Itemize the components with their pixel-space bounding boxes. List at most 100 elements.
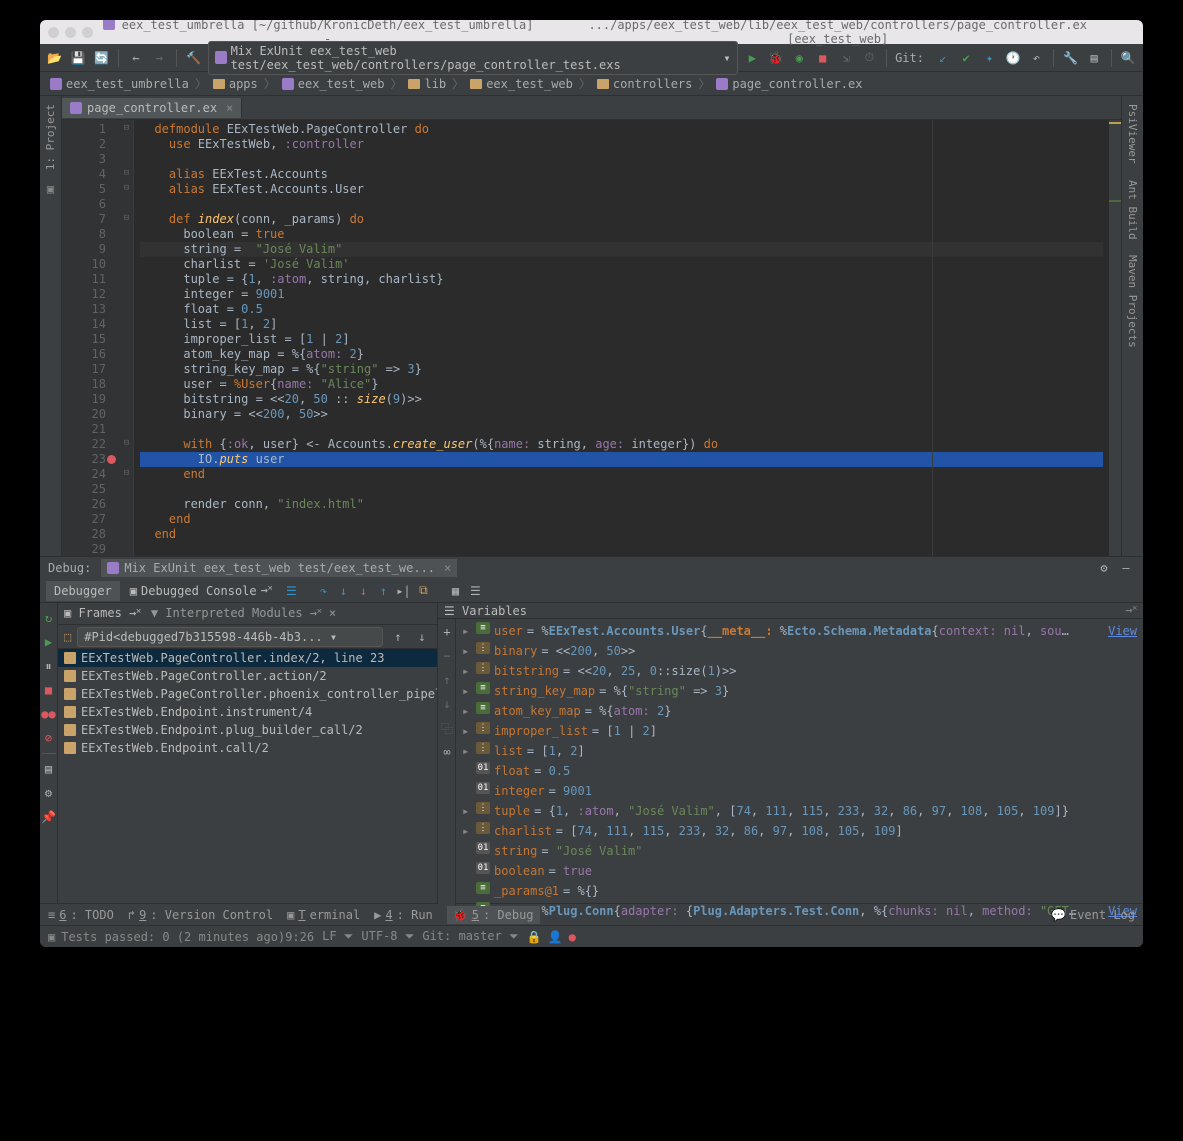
variable-row[interactable]: ▸⋮ list = [1, 2] (456, 741, 1143, 761)
variable-row[interactable]: ▸≡ conn = %Plug.Conn{adapter: {Plug.Adap… (456, 901, 1143, 921)
run-config-select[interactable]: Mix ExUnit eex_test_web test/eex_test_we… (208, 41, 737, 75)
restore-icon[interactable]: →˟ (1125, 603, 1137, 618)
breadcrumb-item[interactable]: eex_test_web (278, 77, 389, 91)
breakpoint-icon[interactable] (107, 455, 116, 464)
console-tab[interactable]: ▣ Debugged Console →˟ (122, 580, 281, 601)
pause-icon[interactable]: ⏸ (40, 657, 58, 675)
save-icon[interactable]: 💾 (69, 48, 86, 68)
tool-window-tab[interactable]: ▣ Terminal (287, 908, 360, 922)
sync-icon[interactable]: 🔄 (93, 48, 110, 68)
error-indicator-icon[interactable]: ● (569, 930, 576, 944)
frames-tab-label[interactable]: Frames (78, 606, 121, 620)
prev-frame-icon[interactable]: ↑ (389, 628, 407, 646)
remove-watch-icon[interactable]: − (438, 647, 456, 665)
project-icon[interactable]: ▣ (43, 178, 58, 200)
build-icon[interactable]: 🔨 (185, 48, 202, 68)
variable-row[interactable]: ▸≡ user = %EExTest.Accounts.User{__meta_… (456, 621, 1143, 641)
close-icon[interactable] (48, 27, 59, 38)
line-sep[interactable]: LF (322, 929, 336, 943)
force-step-into-icon[interactable]: ↓ (354, 582, 372, 600)
variable-row[interactable]: ▸⋮ improper_list = [1 | 2] (456, 721, 1143, 741)
structure-icon[interactable]: ▤ (1085, 48, 1102, 68)
breadcrumb-item[interactable]: eex_test_umbrella (46, 77, 193, 91)
variable-row[interactable]: ▸≡ string_key_map = %{"string" => 3} (456, 681, 1143, 701)
breadcrumb-item[interactable]: page_controller.ex (712, 77, 866, 91)
minimize-panel-icon[interactable]: — (1117, 559, 1135, 577)
vcs-update-icon[interactable]: ↙ (934, 48, 951, 68)
variable-row[interactable]: 01 boolean = true (456, 861, 1143, 881)
coverage-icon[interactable]: ◉ (791, 48, 808, 68)
debug-session-tab[interactable]: Mix ExUnit eex_test_web test/eex_test_we… (101, 559, 457, 577)
vcs-compare-icon[interactable]: ✦ (981, 48, 998, 68)
event-log-tab[interactable]: 💬 Event Log (1051, 908, 1135, 922)
layout-settings-icon[interactable]: ▤ (40, 760, 58, 778)
mute-bp-icon[interactable]: ⊘ (40, 729, 58, 747)
zoom-icon[interactable] (82, 27, 93, 38)
view-link[interactable]: View (1108, 622, 1137, 640)
search-icon[interactable]: 🔍 (1120, 48, 1137, 68)
error-stripe[interactable] (1109, 120, 1121, 556)
variables-list[interactable]: ▸≡ user = %EExTest.Accounts.User{__meta_… (456, 619, 1143, 923)
run-icon[interactable]: ▶ (744, 48, 761, 68)
link-icon[interactable]: ∞ (438, 743, 456, 761)
stack-frame[interactable]: EExTestWeb.Endpoint.instrument/4 (58, 703, 437, 721)
breadcrumb-item[interactable]: lib (404, 77, 450, 91)
inspector-icon[interactable]: 👤 (548, 930, 563, 944)
stack-frame[interactable]: EExTestWeb.PageController.phoenix_contro… (58, 685, 437, 703)
breakpoints-icon[interactable]: ●● (40, 705, 58, 723)
variables-tab-label[interactable]: Variables (462, 604, 527, 618)
run-to-cursor-icon[interactable]: ▸| (394, 582, 412, 600)
step-out-icon[interactable]: ↑ (374, 582, 392, 600)
close-tab-icon[interactable]: × (226, 101, 233, 115)
stack-frame[interactable]: EExTestWeb.Endpoint.plug_builder_call/2 (58, 721, 437, 739)
close-session-icon[interactable]: × (444, 561, 451, 575)
vcs-commit-icon[interactable]: ✔ (957, 48, 974, 68)
caret-position[interactable]: 9:26 (285, 930, 314, 944)
open-icon[interactable]: 📂 (46, 48, 63, 68)
tool-window-tab[interactable]: 🐞 5: Debug (447, 906, 540, 924)
add-watch-icon[interactable]: + (438, 623, 456, 641)
project-tool-tab[interactable]: 1: Project (42, 96, 59, 178)
resume-icon[interactable]: ▶ (40, 633, 58, 651)
encoding[interactable]: UTF-8 (361, 929, 397, 943)
code-area[interactable]: defmodule EExTestWeb.PageController do u… (134, 120, 1109, 556)
pid-select[interactable]: #Pid<debugged7b315598-446b-4b3... ▾ (77, 627, 383, 647)
tool-window-tab[interactable]: ≡ 6: TODO (48, 908, 114, 922)
grid-icon[interactable]: ▦ (446, 582, 464, 600)
variable-row[interactable]: ▸⋮ tuple = {1, :atom, "José Valim", [74,… (456, 801, 1143, 821)
evaluate-icon[interactable]: ⧉ (414, 582, 432, 600)
breadcrumb-item[interactable]: apps (209, 77, 262, 91)
breadcrumb-item[interactable]: eex_test_web (466, 77, 577, 91)
variable-row[interactable]: ▸⋮ bitstring = <<20, 25, 0::size(1)>> (456, 661, 1143, 681)
vcs-revert-icon[interactable]: ↶ (1028, 48, 1045, 68)
debug-icon[interactable]: 🐞 (767, 48, 784, 68)
variable-row[interactable]: ▸⋮ binary = <<200, 50>> (456, 641, 1143, 661)
list-icon[interactable]: ☰ (466, 582, 484, 600)
settings-icon[interactable]: ⚙ (40, 784, 58, 802)
next-frame-icon[interactable]: ↓ (413, 628, 431, 646)
back-icon[interactable]: ← (127, 48, 144, 68)
variable-row[interactable]: 01 integer = 9001 (456, 781, 1143, 801)
debug-settings-icon[interactable]: ⚙ (1095, 559, 1113, 577)
up-icon[interactable]: ↑ (438, 671, 456, 689)
variable-row[interactable]: 01 string = "José Valim" (456, 841, 1143, 861)
git-branch[interactable]: Git: master (422, 929, 501, 943)
variable-row[interactable]: ≡ _params@1 = %{} (456, 881, 1143, 901)
profile-icon[interactable]: ⏱ (861, 48, 878, 68)
pin-icon[interactable]: 📌 (40, 808, 58, 826)
forward-icon[interactable]: → (151, 48, 168, 68)
interpreted-tab-label[interactable]: Interpreted Modules (165, 606, 302, 620)
lock-icon[interactable]: 🔒 (527, 930, 542, 944)
window-controls[interactable] (48, 27, 93, 38)
fold-column[interactable]: ⊟⊟⊟⊟⊟⊟ (120, 120, 134, 556)
settings-icon[interactable]: 🔧 (1062, 48, 1079, 68)
stop-debug-icon[interactable]: ■ (40, 681, 58, 699)
stack-frame[interactable]: EExTestWeb.PageController.action/2 (58, 667, 437, 685)
breadcrumb-item[interactable]: controllers (593, 77, 696, 91)
code-view[interactable]: 1234567891011121314151617181920212223242… (62, 120, 1121, 556)
maven-tab[interactable]: Maven Projects (1124, 247, 1141, 356)
layout-icon[interactable]: ☰ (282, 582, 300, 600)
variable-row[interactable]: ▸⋮ charlist = [74, 111, 115, 233, 32, 86… (456, 821, 1143, 841)
stack-frame[interactable]: EExTestWeb.PageController.index/2, line … (58, 649, 437, 667)
copy-icon[interactable]: ⿻ (438, 719, 456, 737)
